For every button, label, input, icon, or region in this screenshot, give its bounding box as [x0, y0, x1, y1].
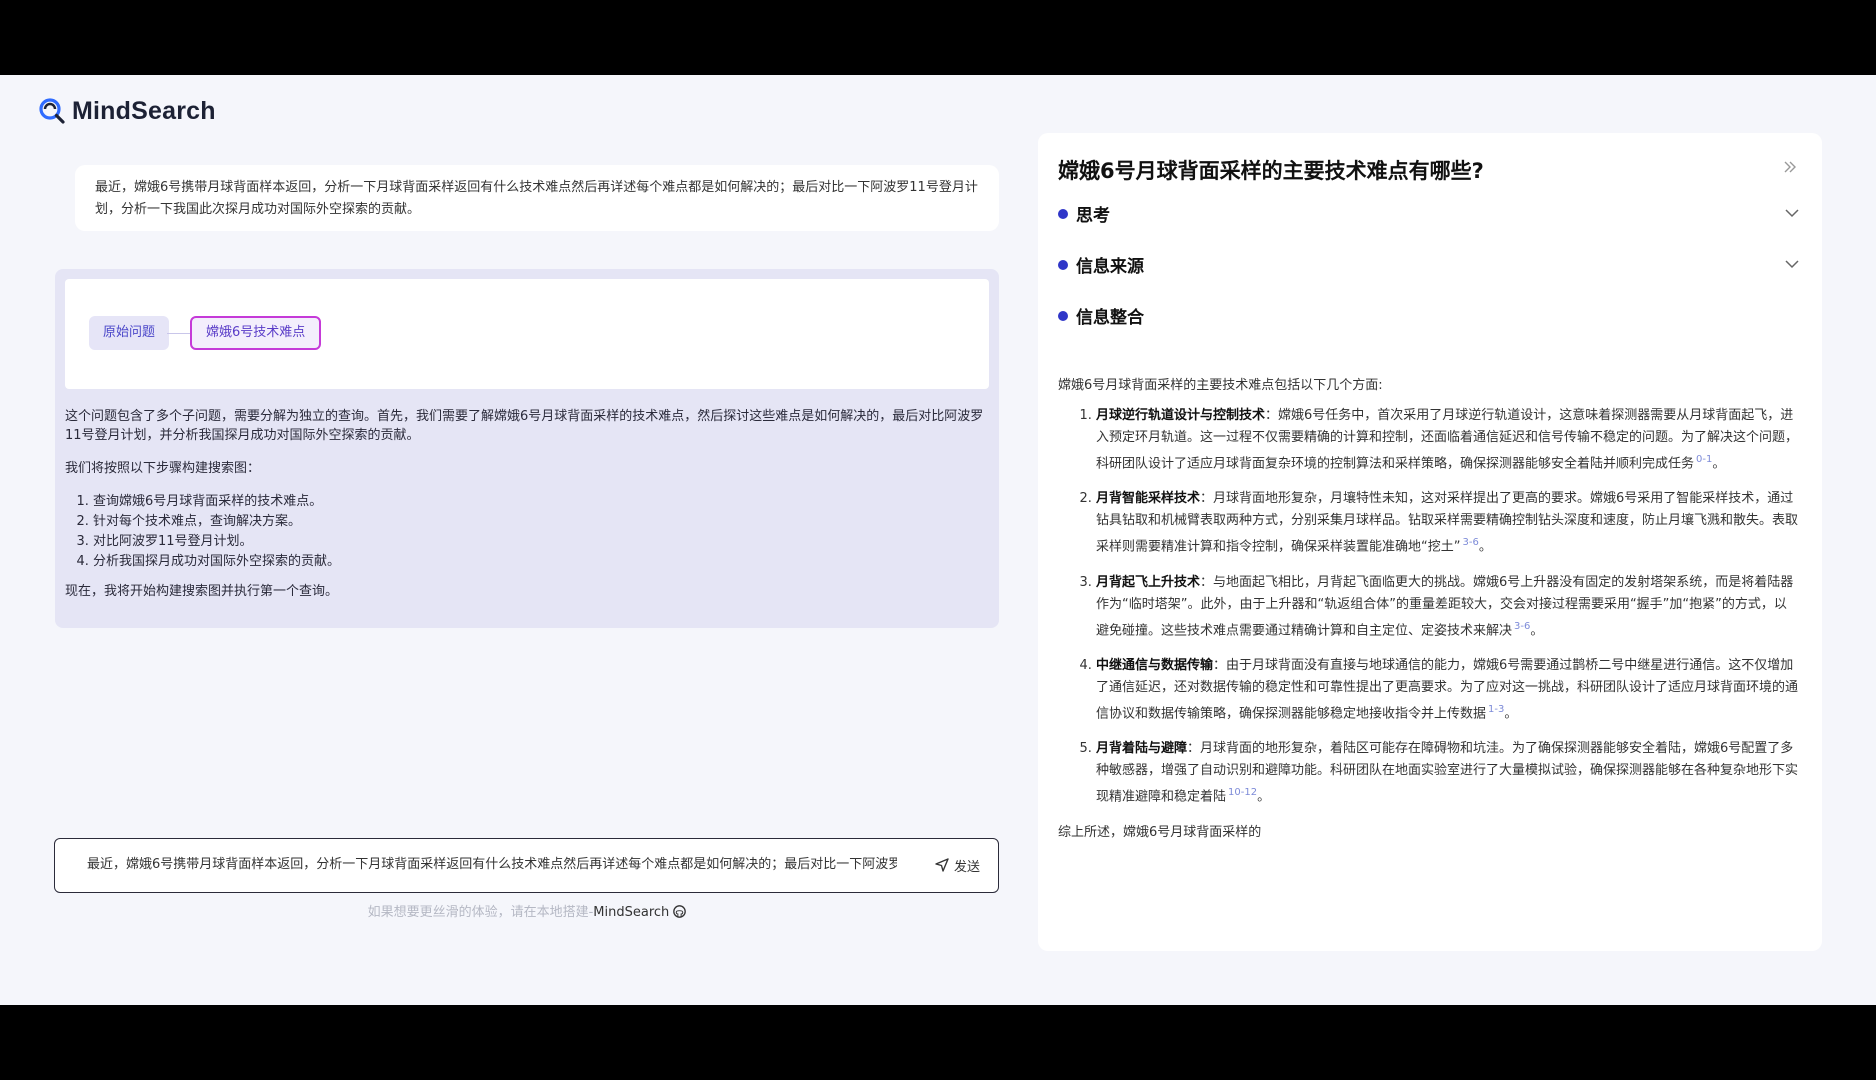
- answer-point: 中继通信与数据传输：由于月球背面没有直接与地球通信的能力，嫦娥6号需要通过鹊桥二…: [1096, 655, 1798, 725]
- answer-point-body: 月球背面的地形复杂，着陆区可能存在障碍物和坑洼。为了确保探测器能够安全着陆，嫦娥…: [1096, 741, 1799, 805]
- agent-step: 对比阿波罗11号登月计划。: [93, 532, 989, 552]
- answer-point-title: 月背智能采样技术: [1096, 491, 1201, 507]
- citation-ref[interactable]: 10-12: [1228, 787, 1257, 798]
- section-thinking[interactable]: 思考: [1058, 201, 1110, 226]
- chevron-down-icon[interactable]: [1784, 256, 1800, 272]
- section-dot: [1058, 208, 1068, 219]
- send-button[interactable]: 发送: [935, 851, 980, 879]
- answer-intro: 嫦娥6号月球背面采样的主要技术难点包括以下几个方面:: [1058, 378, 1383, 393]
- user-query-bubble: 最近，嫦娥6号携带月球背面样本返回，分析一下月球背面采样返回有什么技术难点然后再…: [75, 165, 999, 231]
- panel-title: 嫦娥6号月球背面采样的主要技术难点有哪些?: [1058, 159, 1484, 183]
- answer-point-title: 月球逆行轨道设计与控制技术: [1096, 408, 1266, 423]
- footer-text: 如果想要更丝滑的体验，请在本地搭建-: [367, 905, 594, 920]
- agent-steps-heading: 我们将按照以下步骤构建搜索图：: [65, 461, 261, 476]
- citation-ref[interactable]: 3-6: [1462, 537, 1478, 548]
- collapse-panel-icon[interactable]: [1782, 159, 1798, 175]
- agent-response: 这个问题包含了多个子问题，需要分解为独立的查询。首先，我们需要了解嫦娥6号月球背…: [65, 407, 989, 615]
- chevron-down-icon[interactable]: [1784, 205, 1800, 221]
- citation-ref[interactable]: 1-3: [1488, 704, 1504, 715]
- section-sources[interactable]: 信息来源: [1058, 252, 1144, 277]
- answer-point-title: 中继通信与数据传输: [1096, 657, 1214, 673]
- send-label: 发送: [953, 859, 980, 875]
- answer-point-title: 月背起飞上升技术: [1096, 574, 1201, 590]
- answer-body: 嫦娥6号月球背面采样的主要技术难点包括以下几个方面: 月球逆行轨道设计与控制技术…: [1058, 375, 1798, 852]
- section-thinking-label: 思考: [1076, 206, 1110, 226]
- graph-edge: [167, 333, 190, 334]
- search-agent-card: 原始问题 嫦娥6号技术难点 这个问题包含了多个子问题，需要分解为独立的查询。首先…: [55, 269, 999, 628]
- answer-point: 月背着陆与避障：月球背面的地形复杂，着陆区可能存在障碍物和坑洼。为了确保探测器能…: [1096, 738, 1798, 808]
- citation-ref[interactable]: 3-6: [1514, 621, 1530, 632]
- agent-closing: 现在，我将开始构建搜索图并执行第一个查询。: [65, 584, 339, 599]
- answer-point-body: 月球背面地形复杂，月壤特性未知，这对采样提出了更高的要求。嫦娥6号采用了智能采样…: [1096, 491, 1799, 555]
- section-integration: 信息整合: [1058, 303, 1144, 328]
- agent-intro: 这个问题包含了多个子问题，需要分解为独立的查询。首先，我们需要了解嫦娥6号月球背…: [65, 409, 984, 443]
- answer-point-title: 月背着陆与避障: [1096, 741, 1188, 757]
- answer-summary: 综上所述，嫦娥6号月球背面采样的: [1058, 824, 1262, 840]
- chat-input-box: 最近，嫦娥6号携带月球背面样本返回，分析一下月球背面采样返回有什么技术难点然后再…: [54, 838, 999, 893]
- answer-panel: 嫦娥6号月球背面采样的主要技术难点有哪些? 思考 信息来源 信息整合 嫦娥6号月…: [1038, 133, 1822, 951]
- citation-ref[interactable]: 0-1: [1696, 454, 1712, 465]
- mindsearch-logo-icon: [39, 98, 65, 124]
- agent-step: 查询嫦娥6号月球背面采样的技术难点。: [93, 492, 989, 512]
- send-icon: [935, 858, 949, 872]
- agent-step: 针对每个技术难点，查询解决方案。: [93, 512, 989, 532]
- mindsearch-logo[interactable]: MindSearch: [38, 93, 216, 129]
- footer-brand-link[interactable]: MindSearch: [593, 905, 669, 920]
- answer-point: 月球逆行轨道设计与控制技术：嫦娥6号任务中，首次采用了月球逆行轨道设计，这意味着…: [1096, 405, 1798, 475]
- agent-steps-list: 查询嫦娥6号月球背面采样的技术难点。 针对每个技术难点，查询解决方案。 对比阿波…: [65, 492, 989, 572]
- section-integration-label: 信息整合: [1076, 308, 1144, 328]
- app-window: MindSearch 最近，嫦娥6号携带月球背面样本返回，分析一下月球背面采样返…: [0, 75, 1876, 1005]
- footer-note: 如果想要更丝滑的体验，请在本地搭建-MindSearch: [0, 901, 1054, 920]
- chat-input[interactable]: 最近，嫦娥6号携带月球背面样本返回，分析一下月球背面采样返回有什么技术难点然后再…: [87, 839, 897, 891]
- github-icon[interactable]: [673, 905, 687, 918]
- section-sources-label: 信息来源: [1076, 257, 1144, 277]
- brand-name: MindSearch: [72, 96, 216, 125]
- graph-node-active[interactable]: 嫦娥6号技术难点: [190, 316, 322, 350]
- answer-point: 月背起飞上升技术：与地面起飞相比，月背起飞面临更大的挑战。嫦娥6号上升器没有固定…: [1096, 572, 1798, 642]
- answer-point-body: 与地面起飞相比，月背起飞面临更大的挑战。嫦娥6号上升器没有固定的发射塔架系统，而…: [1096, 574, 1794, 638]
- section-dot: [1058, 259, 1068, 270]
- search-graph: 原始问题 嫦娥6号技术难点: [65, 279, 989, 389]
- section-dot: [1058, 310, 1068, 321]
- graph-node-root[interactable]: 原始问题: [89, 316, 170, 350]
- agent-step: 分析我国探月成功对国际外空探索的贡献。: [93, 552, 989, 572]
- answer-points: 月球逆行轨道设计与控制技术：嫦娥6号任务中，首次采用了月球逆行轨道设计，这意味着…: [1058, 405, 1798, 809]
- answer-point: 月背智能采样技术：月球背面地形复杂，月壤特性未知，这对采样提出了更高的要求。嫦娥…: [1096, 488, 1798, 558]
